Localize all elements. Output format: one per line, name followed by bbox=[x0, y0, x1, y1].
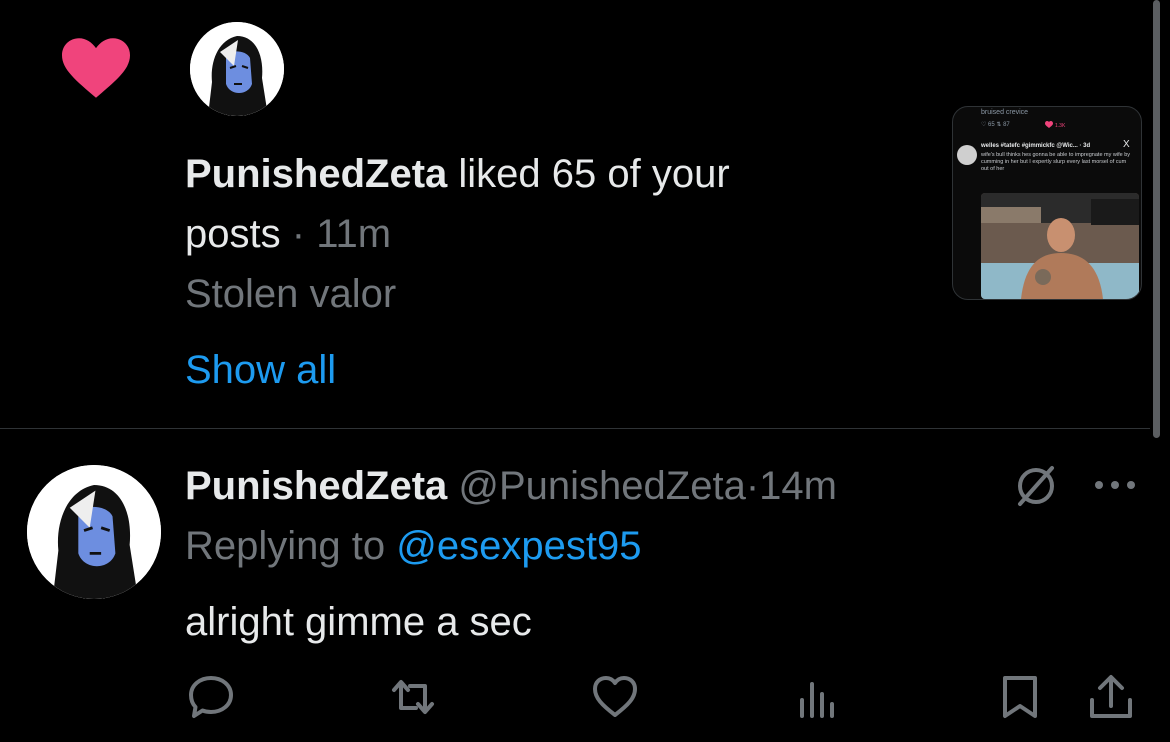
heart-icon bbox=[62, 38, 130, 98]
retweet-icon[interactable] bbox=[388, 672, 438, 722]
replying-prefix: Replying to bbox=[185, 524, 386, 568]
grok-icon[interactable] bbox=[1014, 464, 1058, 508]
action-text: liked 65 of your bbox=[458, 152, 730, 196]
replying-handle-link[interactable]: @esexpest95 bbox=[396, 524, 641, 568]
like-icon[interactable] bbox=[590, 672, 640, 722]
preview-avatar bbox=[957, 145, 977, 165]
tweet-author-handle[interactable]: @PunishedZeta bbox=[458, 464, 745, 508]
action-text-cont: posts bbox=[185, 212, 281, 256]
notification-text: PunishedZeta liked 65 of your posts · 11… bbox=[185, 144, 835, 264]
section-divider bbox=[0, 428, 1150, 429]
tweet-author-name[interactable]: PunishedZeta bbox=[185, 464, 447, 508]
views-icon[interactable] bbox=[792, 672, 842, 722]
preview-body: wife's bull thinks hes gonna be able to … bbox=[981, 152, 1131, 172]
scrollbar[interactable] bbox=[1153, 0, 1160, 438]
separator: · bbox=[745, 464, 760, 508]
separator: · bbox=[291, 212, 306, 256]
preview-header: bruised crevice bbox=[981, 109, 1029, 116]
actor-name[interactable]: PunishedZeta bbox=[185, 152, 447, 196]
tweet-header: PunishedZeta @PunishedZeta·14m bbox=[185, 460, 837, 512]
reply-icon[interactable] bbox=[186, 672, 236, 722]
avatar[interactable] bbox=[190, 22, 284, 116]
tweet-text: alright gimme a sec bbox=[185, 600, 532, 644]
share-icon[interactable] bbox=[1086, 672, 1136, 722]
tweet-time[interactable]: 14m bbox=[759, 464, 837, 508]
more-icon[interactable] bbox=[1092, 478, 1138, 492]
post-preview-thumbnail[interactable]: bruised crevice ♡ 65 ⇅ 87 1.3K welles #t… bbox=[952, 106, 1142, 300]
show-all-link[interactable]: Show all bbox=[185, 344, 336, 396]
preview-like-badge: 1.3K bbox=[1045, 121, 1066, 129]
preview-stats: ♡ 65 ⇅ 87 bbox=[981, 122, 1010, 128]
notification-time: 11m bbox=[316, 212, 392, 256]
preview-likes-count: 1.3K bbox=[1055, 123, 1066, 129]
preview-close-icon: X bbox=[1123, 139, 1130, 150]
replying-to: Replying to @esexpest95 bbox=[185, 520, 641, 572]
preview-author: welles #tatefc #gimmickfc @Wic... · 3d bbox=[981, 143, 1091, 149]
notification-label: Stolen valor bbox=[185, 272, 397, 316]
preview-image bbox=[981, 193, 1139, 299]
bookmark-icon[interactable] bbox=[995, 672, 1045, 722]
tweet-avatar[interactable] bbox=[27, 465, 161, 599]
